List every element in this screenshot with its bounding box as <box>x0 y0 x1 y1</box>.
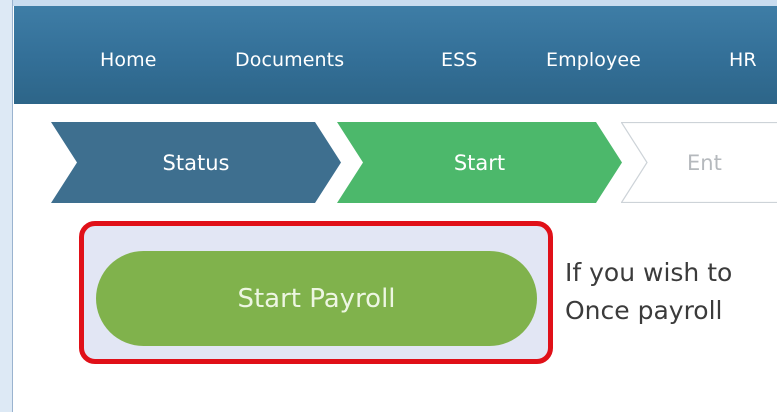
nav-item-employee[interactable]: Employee <box>546 49 641 71</box>
payroll-window: Home Documents ESS Employee HR Status St… <box>0 0 777 412</box>
step-enter-label: Ent <box>687 150 722 175</box>
info-text-line-1: If you wish to <box>565 258 733 287</box>
start-payroll-info-text: If you wish to Once payroll <box>565 254 777 330</box>
step-start[interactable]: Start <box>337 122 622 203</box>
top-navigation-bar: Home Documents ESS Employee HR <box>14 6 777 104</box>
nav-item-home[interactable]: Home <box>100 49 157 71</box>
step-status-label: Status <box>162 150 230 175</box>
nav-item-documents[interactable]: Documents <box>235 49 344 71</box>
start-payroll-button[interactable]: Start Payroll <box>96 251 537 346</box>
step-status[interactable]: Status <box>51 122 341 203</box>
step-start-label: Start <box>453 150 506 175</box>
info-text-line-2: Once payroll <box>565 296 723 325</box>
window-left-edge <box>0 0 13 412</box>
nav-item-ess[interactable]: ESS <box>441 49 477 71</box>
step-enter[interactable]: Ent <box>621 122 777 203</box>
nav-item-hr[interactable]: HR <box>729 49 757 71</box>
